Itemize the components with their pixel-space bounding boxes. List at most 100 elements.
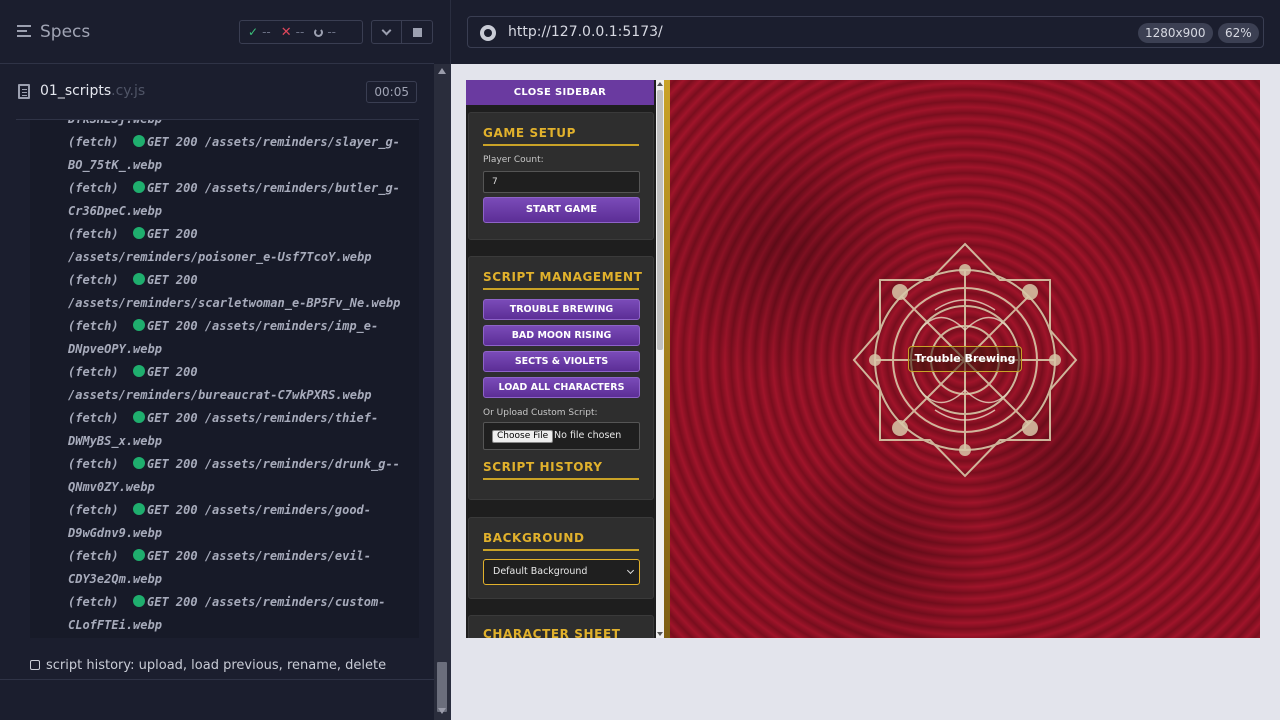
log-line[interactable]: /assets/reminders/poisoner_e-Usf7TcoY.we… (68, 248, 371, 267)
close-sidebar-button[interactable]: CLOSE SIDEBAR (466, 80, 654, 105)
chevron-down-icon (626, 566, 635, 575)
grimoire-board[interactable]: Trouble Brewing (670, 80, 1260, 638)
test-status-icon (30, 660, 40, 670)
specs-title[interactable]: Specs (40, 22, 90, 42)
spec-file-name: 01_scripts.cy.js (40, 83, 145, 99)
log-line[interactable]: DNpveOPY.webp (68, 340, 162, 359)
no-file-text: No file chosen (554, 430, 622, 441)
pending-spinner-icon (314, 27, 324, 37)
log-text: GET 200 /assets/reminders/evil- (147, 549, 371, 563)
divider (483, 144, 639, 146)
log-line[interactable]: (fetch) GET 200 (68, 225, 198, 244)
cypress-runner: Specs ✓ -- ✕ -- -- 01_scripts.cy.js 00:0… (0, 0, 1280, 720)
log-line[interactable]: (fetch) GET 200 /assets/reminders/good- (68, 501, 371, 520)
log-line[interactable]: (fetch) GET 200 /assets/reminders/drunk_… (68, 455, 400, 474)
viewport-size-badge[interactable]: 1280x900 (1138, 23, 1213, 43)
player-count-input[interactable]: 7 (483, 171, 640, 193)
log-text: Cr36DpeC.webp (68, 204, 162, 218)
divider (0, 679, 434, 680)
test-stats: ✓ -- ✕ -- -- (239, 20, 363, 44)
log-line[interactable]: CDY3e2Qm.webp (68, 570, 162, 589)
upload-script-input[interactable]: Choose File No file chosen (483, 422, 640, 450)
log-text: GET 200 /assets/reminders/butler_g- (147, 181, 400, 195)
log-prefix: (fetch) (68, 365, 119, 379)
status-dot-icon (133, 595, 146, 607)
file-icon (18, 84, 30, 99)
url-bar[interactable]: http://127.0.0.1:5173/ 1280x900 62% (467, 16, 1264, 48)
log-line[interactable]: (fetch) GET 200 (68, 363, 198, 382)
scroll-up-arrow-icon[interactable] (657, 82, 663, 86)
log-text: GET 200 /assets/reminders/good- (147, 503, 371, 517)
character-sheet-title: CHARACTER SHEET (483, 627, 621, 638)
failed-stat: ✕ -- (281, 25, 305, 40)
bad-moon-rising-button[interactable]: BAD MOON RISING (483, 325, 640, 346)
check-icon: ✓ (248, 25, 259, 39)
log-line[interactable]: (fetch) GET 200 /assets/reminders/evil- (68, 547, 371, 566)
sidebar-scrollbar[interactable] (656, 80, 664, 638)
passed-stat: ✓ -- (248, 25, 271, 39)
log-line[interactable]: DYkSHESj.webp (68, 120, 162, 129)
log-line[interactable]: (fetch) GET 200 (68, 271, 198, 290)
log-line[interactable]: /assets/reminders/scarletwoman_e-BP5Fv_N… (68, 294, 400, 313)
log-text: DWMyBS_x.webp (68, 434, 162, 448)
spec-file-header[interactable]: 01_scripts.cy.js 00:05 (16, 65, 419, 120)
test-title: script history: upload, load previous, r… (46, 657, 387, 673)
script-management-card: SCRIPT MANAGEMENT TROUBLE BREWING BAD MO… (468, 256, 654, 500)
scroll-up-arrow-icon[interactable] (438, 68, 446, 74)
passed-count: -- (262, 25, 271, 39)
background-select[interactable]: Default Background (483, 559, 640, 585)
status-dot-icon (133, 135, 146, 147)
log-text: GET 200 (147, 227, 198, 241)
background-select-value: Default Background (493, 566, 588, 577)
scroll-down-arrow-icon[interactable] (438, 708, 446, 714)
log-line[interactable]: BO_75tK_.webp (68, 156, 162, 175)
log-line[interactable]: CLofFTEi.webp (68, 616, 162, 635)
background-title: BACKGROUND (483, 531, 585, 545)
log-prefix: (fetch) (68, 503, 119, 517)
start-game-button[interactable]: START GAME (483, 197, 640, 223)
background-card: BACKGROUND Default Background (468, 517, 654, 599)
log-line[interactable]: QNmv0ZY.webp (68, 478, 155, 497)
choose-file-button[interactable]: Choose File (492, 430, 554, 443)
current-script-badge[interactable]: Trouble Brewing (908, 346, 1022, 372)
expand-collapse-button[interactable] (372, 21, 403, 43)
log-line[interactable]: (fetch) GET 200 /assets/reminders/imp_e- (68, 317, 378, 336)
app-viewport: CLOSE SIDEBAR GAME SETUP Player Count: 7… (466, 80, 1260, 638)
script-history-title: SCRIPT HISTORY (483, 460, 603, 474)
scrollbar-thumb[interactable] (657, 90, 663, 350)
pending-stat: -- (314, 25, 336, 39)
log-line[interactable]: Cr36DpeC.webp (68, 202, 162, 221)
log-line[interactable]: D9wGdnv9.webp (68, 524, 162, 543)
log-prefix: (fetch) (68, 595, 119, 609)
failed-count: -- (295, 25, 305, 39)
aut-panel: http://127.0.0.1:5173/ 1280x900 62% CLOS… (451, 0, 1280, 720)
status-dot-icon (133, 227, 146, 239)
zoom-badge[interactable]: 62% (1218, 23, 1259, 43)
status-dot-icon (133, 411, 146, 423)
load-all-characters-button[interactable]: LOAD ALL CHARACTERS (483, 377, 640, 398)
specs-header: Specs ✓ -- ✕ -- -- (0, 0, 434, 64)
player-count-label: Player Count: (483, 155, 544, 165)
chevron-down-icon (381, 25, 392, 35)
log-prefix: (fetch) (68, 457, 119, 471)
scrollbar-thumb[interactable] (437, 662, 447, 712)
log-text: /assets/reminders/bureaucrat-C7wkPXRS.we… (68, 388, 372, 402)
app-sidebar: CLOSE SIDEBAR GAME SETUP Player Count: 7… (466, 80, 656, 638)
sects-violets-button[interactable]: SECTS & VIOLETS (483, 351, 640, 372)
log-line[interactable]: (fetch) GET 200 /assets/reminders/slayer… (68, 133, 400, 152)
log-line[interactable]: (fetch) GET 200 /assets/reminders/custom… (68, 593, 385, 612)
scroll-down-arrow-icon[interactable] (657, 632, 663, 636)
specs-menu-icon[interactable] (17, 25, 31, 37)
script-management-title: SCRIPT MANAGEMENT (483, 270, 643, 284)
status-dot-icon (133, 457, 146, 469)
reporter-scrollbar[interactable] (434, 64, 450, 720)
test-item[interactable]: script history: upload, load previous, r… (30, 655, 386, 675)
log-text: D9wGdnv9.webp (68, 526, 162, 540)
log-line[interactable]: (fetch) GET 200 /assets/reminders/thief- (68, 409, 378, 428)
url-text[interactable]: http://127.0.0.1:5173/ (508, 24, 663, 40)
log-line[interactable]: (fetch) GET 200 /assets/reminders/butler… (68, 179, 400, 198)
log-line[interactable]: DWMyBS_x.webp (68, 432, 162, 451)
stop-button[interactable] (402, 21, 432, 43)
log-line[interactable]: /assets/reminders/bureaucrat-C7wkPXRS.we… (68, 386, 371, 405)
trouble-brewing-button[interactable]: TROUBLE BREWING (483, 299, 640, 320)
